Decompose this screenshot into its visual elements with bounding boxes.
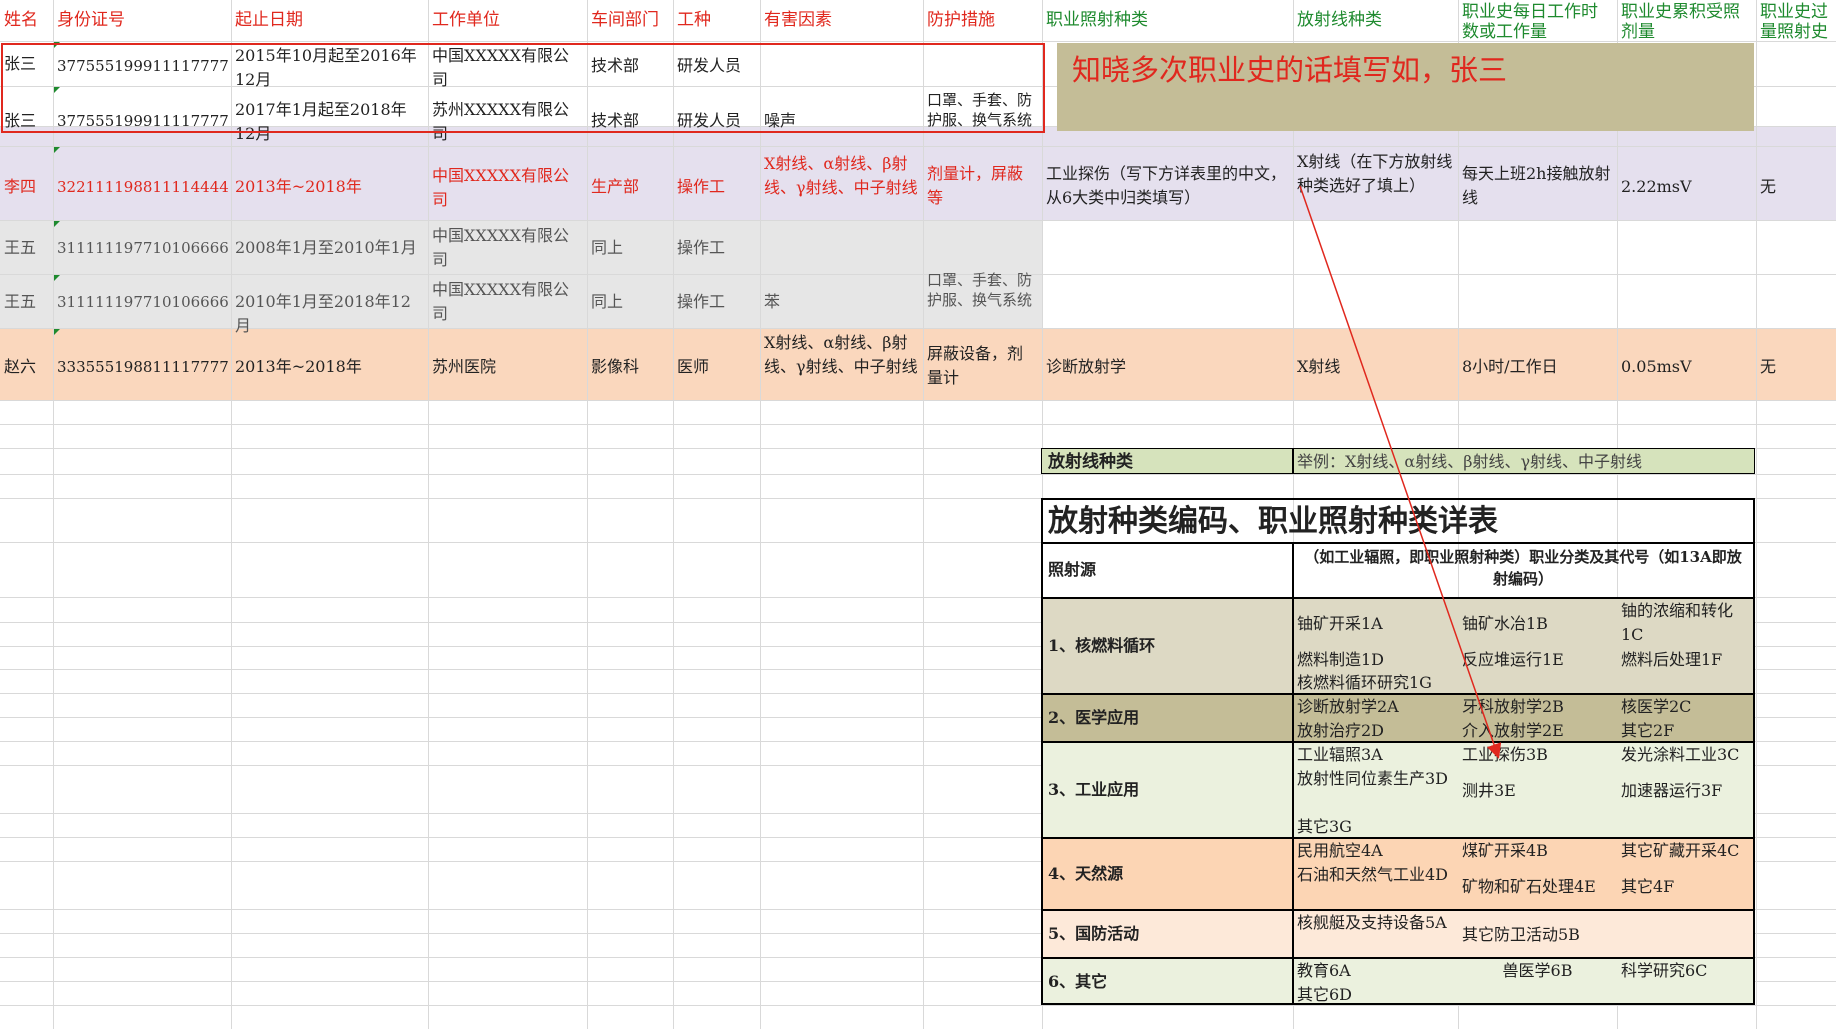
annotation-arrow	[1299, 185, 1502, 759]
